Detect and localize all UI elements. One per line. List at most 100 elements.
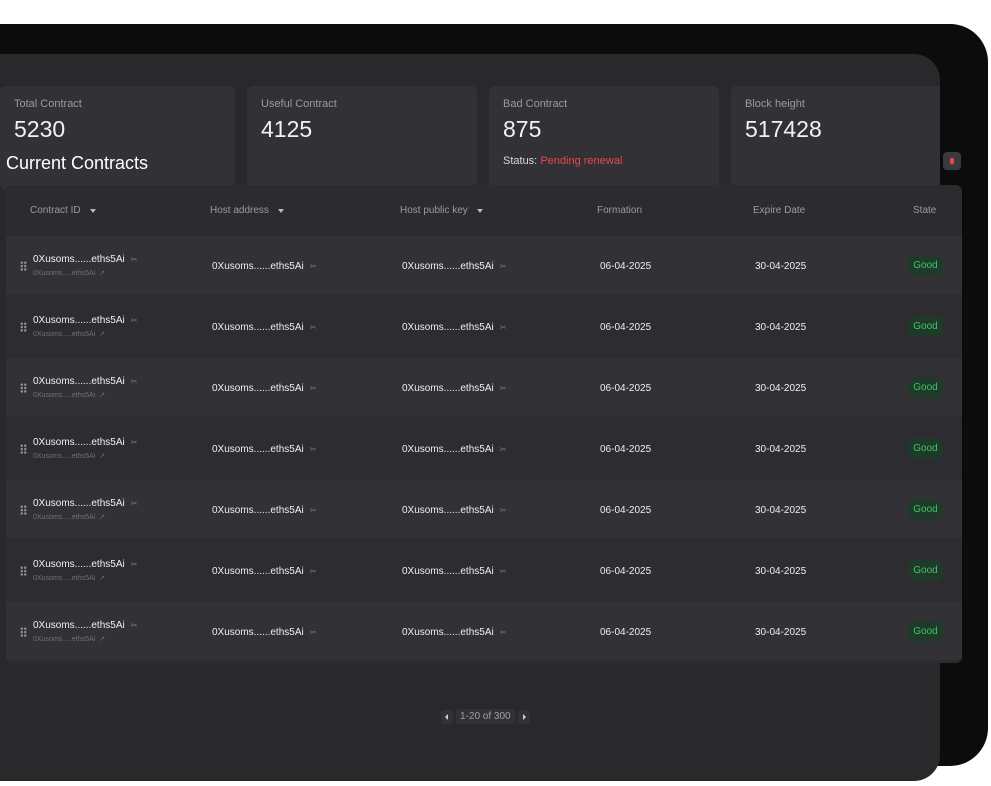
external-link-icon[interactable]: ↗	[99, 574, 105, 582]
host-key-text: 0Xusoms......eths5Ai	[402, 627, 494, 638]
column-label: State	[913, 205, 937, 216]
host-key-text: 0Xusoms......eths5Ai	[402, 322, 494, 333]
external-link-icon[interactable]: ↗	[99, 391, 105, 399]
sort-down-icon[interactable]	[89, 208, 96, 213]
contract-id: 0Xusoms......eths5Ai ✂	[33, 620, 137, 631]
host-public-key: 0Xusoms......eths5Ai ✂	[402, 322, 506, 333]
link-icon[interactable]: ✂	[310, 323, 317, 332]
link-icon[interactable]: ✂	[500, 323, 507, 332]
table-row[interactable]: 0Xusoms......eths5Ai ✂ 0Xusoms.....eths5Ai…	[6, 541, 962, 599]
table-row[interactable]: 0Xusoms......eths5Ai ✂ 0Xusoms.....eths5Ai…	[6, 419, 962, 477]
external-link-icon[interactable]: ↗	[99, 452, 105, 460]
link-icon[interactable]: ✂	[500, 506, 507, 515]
contract-sub-text: 0Xusoms.....eths5Ai	[33, 514, 96, 521]
host-address: 0Xusoms......eths5Ai ✂	[212, 383, 316, 394]
drag-handle-icon[interactable]	[20, 444, 27, 454]
prev-page-button[interactable]	[441, 709, 453, 724]
stat-value: 5230	[14, 116, 66, 142]
sort-down-icon[interactable]	[476, 208, 483, 213]
table-row[interactable]: 0Xusoms......eths5Ai ✂ 0Xusoms.....eths5Ai…	[6, 602, 962, 660]
external-link-icon[interactable]: ↗	[99, 269, 105, 277]
contract-id-text: 0Xusoms......eths5Ai	[33, 376, 125, 387]
external-link-icon[interactable]: ↗	[99, 635, 105, 643]
table-row[interactable]: 0Xusoms......eths5Ai ✂ 0Xusoms.....eths5Ai…	[6, 358, 962, 416]
link-icon[interactable]: ✂	[131, 621, 138, 630]
formation-date: 06-04-2025	[600, 383, 652, 394]
stat-card-block: Block height 517428	[731, 86, 940, 190]
expire-date: 30-04-2025	[755, 505, 807, 516]
contract-id-sub: 0Xusoms.....eths5Ai ↗	[33, 391, 105, 399]
link-icon[interactable]: ✂	[131, 560, 138, 569]
link-icon[interactable]: ✂	[310, 628, 317, 637]
column-label: Host public key	[400, 205, 468, 216]
drag-handle-icon[interactable]	[20, 627, 27, 637]
external-link-icon[interactable]: ↗	[99, 330, 105, 338]
contract-id-sub: 0Xusoms.....eths5Ai ↗	[33, 574, 105, 582]
link-icon[interactable]: ✂	[131, 377, 138, 386]
link-icon[interactable]: ✂	[310, 445, 317, 454]
pagination: 1-20 of 300	[441, 709, 530, 724]
host-key-text: 0Xusoms......eths5Ai	[402, 383, 494, 394]
column-header-formation: Formation	[597, 205, 642, 216]
column-header-host-public-key[interactable]: Host public key	[400, 205, 483, 216]
page-range: 1-20 of 300	[456, 709, 515, 724]
link-icon[interactable]: ✂	[131, 316, 138, 325]
sort-down-icon[interactable]	[277, 208, 284, 213]
status-badge: Good	[908, 560, 943, 581]
link-icon[interactable]: ✂	[310, 506, 317, 515]
link-icon[interactable]: ✂	[500, 262, 507, 271]
drag-handle-icon[interactable]	[20, 566, 27, 576]
host-address-text: 0Xusoms......eths5Ai	[212, 505, 304, 516]
link-icon[interactable]: ✂	[310, 262, 317, 271]
host-public-key: 0Xusoms......eths5Ai ✂	[402, 505, 506, 516]
link-icon[interactable]: ✂	[500, 567, 507, 576]
host-address: 0Xusoms......eths5Ai ✂	[212, 505, 316, 516]
host-address: 0Xusoms......eths5Ai ✂	[212, 627, 316, 638]
contract-id-text: 0Xusoms......eths5Ai	[33, 498, 125, 509]
link-icon[interactable]: ✂	[131, 438, 138, 447]
column-header-contract-id[interactable]: Contract ID	[30, 205, 96, 216]
link-icon[interactable]: ✂	[500, 445, 507, 454]
expire-date: 30-04-2025	[755, 566, 807, 577]
contract-sub-text: 0Xusoms.....eths5Ai	[33, 575, 96, 582]
host-address: 0Xusoms......eths5Ai ✂	[212, 444, 316, 455]
column-header-host-address[interactable]: Host address	[210, 205, 284, 216]
table-row[interactable]: 0Xusoms......eths5Ai ✂ 0Xusoms.....eths5Ai…	[6, 236, 962, 294]
contract-id: 0Xusoms......eths5Ai ✂	[33, 559, 137, 570]
contract-id: 0Xusoms......eths5Ai ✂	[33, 254, 137, 265]
external-link-icon[interactable]: ↗	[99, 513, 105, 521]
link-icon[interactable]: ✂	[131, 499, 138, 508]
link-icon[interactable]: ✂	[500, 384, 507, 393]
link-icon[interactable]: ✂	[310, 567, 317, 576]
contract-sub-text: 0Xusoms.....eths5Ai	[33, 453, 96, 460]
host-address-text: 0Xusoms......eths5Ai	[212, 444, 304, 455]
link-icon[interactable]: ✂	[500, 628, 507, 637]
drag-handle-icon[interactable]	[20, 261, 27, 271]
status-badge: Good	[908, 438, 943, 459]
drag-handle-icon[interactable]	[20, 383, 27, 393]
formation-date: 06-04-2025	[600, 627, 652, 638]
host-address-text: 0Xusoms......eths5Ai	[212, 566, 304, 577]
section-title: Current Contracts	[6, 153, 149, 173]
column-label: Contract ID	[30, 205, 81, 216]
expire-date: 30-04-2025	[755, 261, 807, 272]
expire-date: 30-04-2025	[755, 383, 807, 394]
formation-date: 06-04-2025	[600, 444, 652, 455]
contract-id-text: 0Xusoms......eths5Ai	[33, 620, 125, 631]
expire-date: 30-04-2025	[755, 444, 807, 455]
contract-sub-text: 0Xusoms.....eths5Ai	[33, 331, 96, 338]
formation-date: 06-04-2025	[600, 322, 652, 333]
column-label: Host address	[210, 205, 269, 216]
drag-handle-icon[interactable]	[20, 322, 27, 332]
drag-handle-icon[interactable]	[20, 505, 27, 515]
delete-button[interactable]	[943, 152, 961, 170]
table-row[interactable]: 0Xusoms......eths5Ai ✂ 0Xusoms.....eths5Ai…	[6, 480, 962, 538]
column-label: Expire Date	[753, 205, 806, 216]
link-icon[interactable]: ✂	[310, 384, 317, 393]
host-address-text: 0Xusoms......eths5Ai	[212, 627, 304, 638]
next-page-button[interactable]	[517, 709, 530, 724]
link-icon[interactable]: ✂	[131, 255, 138, 264]
host-key-text: 0Xusoms......eths5Ai	[402, 444, 494, 455]
trash-icon	[950, 158, 954, 164]
table-row[interactable]: 0Xusoms......eths5Ai ✂ 0Xusoms.....eths5Ai…	[6, 297, 962, 355]
